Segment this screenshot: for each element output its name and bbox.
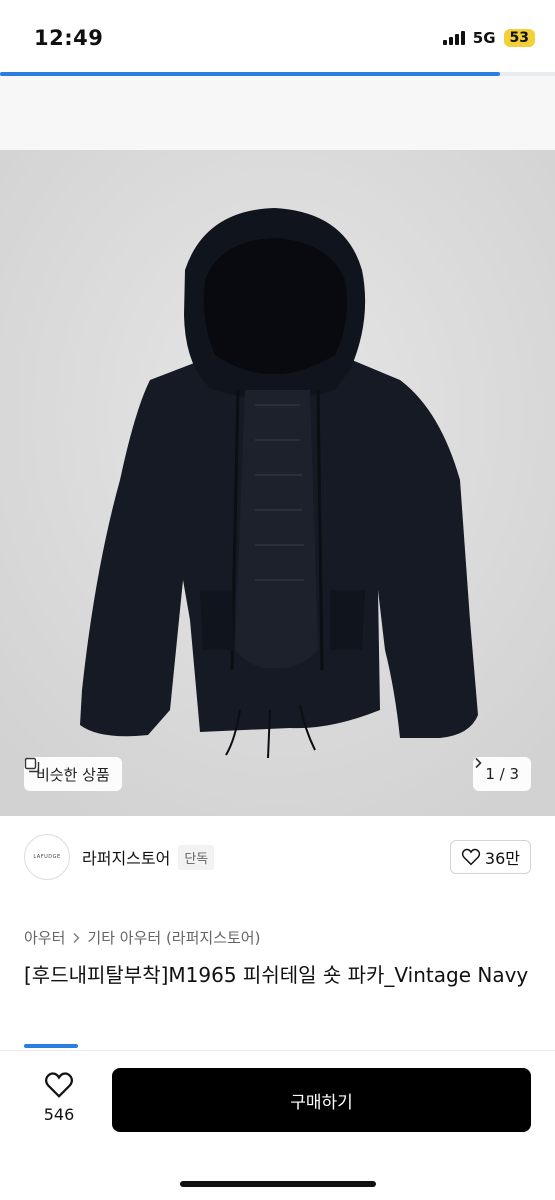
status-icons: 5G 53: [442, 29, 535, 47]
chevron-right-icon: [73, 932, 80, 943]
exclusive-badge: 단독: [178, 844, 215, 870]
breadcrumb-item[interactable]: 기타 아우터 (라퍼지스토어): [87, 927, 260, 948]
product-title: [후드내피탈부착]M1965 피쉬테일 숏 파카_Vintage Navy: [24, 963, 529, 987]
breadcrumb: 아우터 기타 아우터 (라퍼지스토어): [24, 927, 260, 948]
heart-icon: [461, 848, 481, 866]
bottom-action-bar: 546 구매하기: [0, 1050, 555, 1200]
status-time: 12:49: [34, 26, 104, 50]
top-spacer: [0, 76, 555, 150]
product-image-carousel[interactable]: 비슷한 상품 1 / 3: [0, 150, 555, 816]
home-indicator: [180, 1181, 376, 1187]
chevron-right-icon: [475, 757, 482, 769]
tab-indicator: [24, 1044, 78, 1048]
store-row[interactable]: LAFUDGE 라퍼지스토어 단독 36만: [24, 833, 531, 881]
product-photo: [0, 150, 555, 816]
store-logo[interactable]: LAFUDGE: [24, 834, 70, 880]
store-likes-count: 36만: [484, 849, 520, 868]
image-page-text: 1 / 3: [485, 765, 519, 783]
battery-icon: 53: [503, 29, 535, 47]
network-type: 5G: [472, 29, 496, 47]
image-page-indicator[interactable]: 1 / 3: [473, 757, 531, 791]
buy-button[interactable]: 구매하기: [112, 1068, 531, 1132]
store-follow-button[interactable]: 36만: [449, 840, 531, 874]
store-name[interactable]: 라퍼지스토어: [82, 845, 170, 869]
signal-icon: [442, 31, 465, 45]
jacket-liner: [235, 390, 318, 669]
breadcrumb-item[interactable]: 아우터: [24, 927, 65, 948]
status-bar: 12:49 5G 53: [0, 0, 555, 72]
like-button[interactable]: 546: [30, 1071, 88, 1131]
heart-icon: [45, 1072, 73, 1098]
similar-items-icon: [24, 757, 40, 773]
like-count: 546: [43, 1105, 75, 1124]
similar-products-button[interactable]: 비슷한 상품: [24, 757, 122, 791]
similar-products-label: 비슷한 상품: [36, 765, 110, 784]
